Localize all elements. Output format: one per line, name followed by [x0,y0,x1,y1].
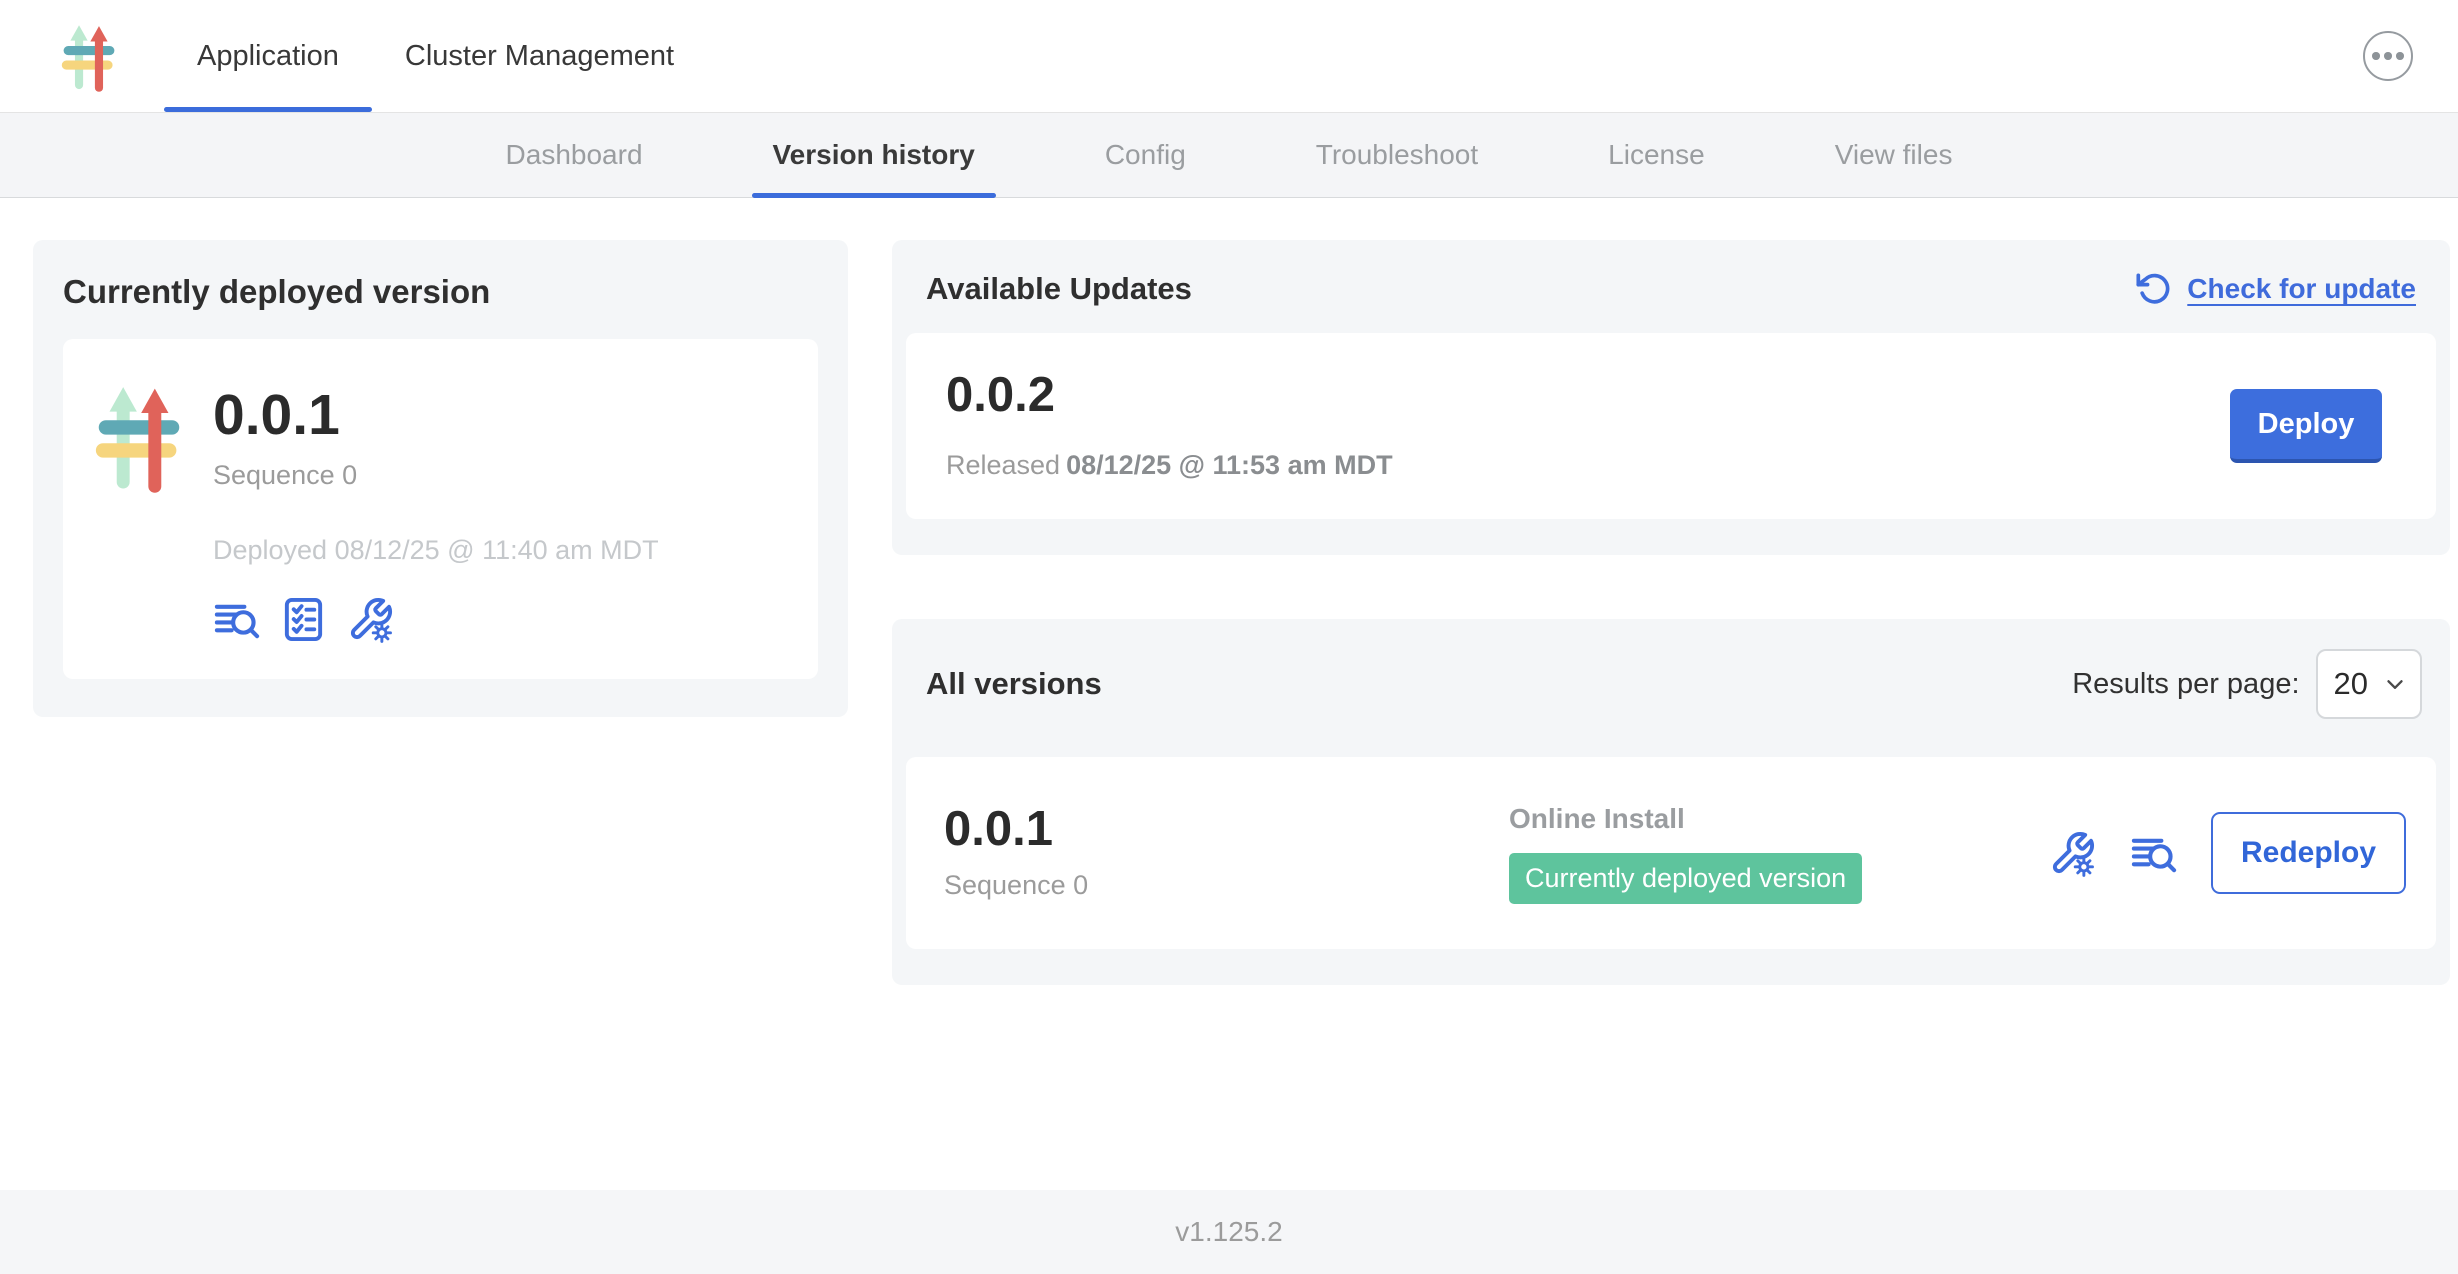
refresh-icon [2136,270,2173,307]
version-sequence: Sequence 0 [944,870,1509,901]
diff-icon[interactable] [213,596,260,643]
deploy-button[interactable]: Deploy [2230,389,2382,463]
deployed-version-panel: 0.0.1 Sequence 0 Deployed 08/12/25 @ 11:… [63,339,818,679]
check-for-update-label: Check for update [2187,273,2416,305]
currently-deployed-title: Currently deployed version [63,273,818,311]
deployed-version-actions [213,596,659,643]
subtab-license[interactable]: License [1587,113,1726,197]
available-updates-title: Available Updates [926,271,1192,307]
results-per-page-label: Results per page: [2072,668,2299,701]
diff-icon[interactable] [2130,830,2177,877]
update-version-number: 0.0.2 [946,371,1393,420]
subtab-config[interactable]: Config [1084,113,1207,197]
deployed-version-info: 0.0.1 Sequence 0 Deployed 08/12/25 @ 11:… [213,375,659,643]
tab-cluster-management[interactable]: Cluster Management [372,0,707,112]
config-icon[interactable] [347,596,394,643]
subtab-dashboard[interactable]: Dashboard [485,113,664,197]
available-updates-card: Available Updates Check for update 0.0.2 [892,240,2450,555]
app-footer: v1.125.2 [0,1190,2458,1274]
app-subnav: Dashboard Version history Config Trouble… [0,113,2458,198]
subtab-view-files[interactable]: View files [1814,113,1974,197]
redeploy-button[interactable]: Redeploy [2211,812,2406,894]
console-version: v1.125.2 [1175,1216,1282,1248]
all-versions-card: All versions Results per page: 20 [892,619,2450,985]
deployed-version-sequence: Sequence 0 [213,460,659,491]
update-info: 0.0.2 Released08/12/25 @ 11:53 am MDT [946,371,1393,481]
available-update-row: 0.0.2 Released08/12/25 @ 11:53 am MDT De… [906,333,2436,519]
config-icon[interactable] [2049,830,2096,877]
app-logo-icon [60,18,118,94]
chevron-down-icon [2382,671,2408,697]
results-per-page-value: 20 [2334,666,2368,702]
version-number: 0.0.1 [944,805,1509,854]
results-per-page-select[interactable]: 20 [2316,649,2422,719]
version-row-actions: Redeploy [2049,812,2406,894]
install-type-label: Online Install [1509,803,1862,835]
subtab-version-history[interactable]: Version history [752,113,996,197]
currently-deployed-card: Currently deployed version 0.0.1 Sequenc… [33,240,848,717]
deployed-version-number: 0.0.1 [213,387,659,444]
deployed-timestamp: Deployed 08/12/25 @ 11:40 am MDT [213,535,659,566]
currently-deployed-badge: Currently deployed version [1509,853,1862,904]
overflow-menu-icon [2372,52,2380,60]
overflow-menu-button[interactable] [2363,31,2413,81]
released-timestamp: Released08/12/25 @ 11:53 am MDT [946,450,1393,481]
overflow-menu-icon [2384,52,2392,60]
released-label: Released [946,450,1060,480]
top-navbar: Application Cluster Management [0,0,2458,113]
right-column: Available Updates Check for update 0.0.2 [892,240,2450,985]
check-for-update-link[interactable]: Check for update [2136,270,2416,307]
top-tabs: Application Cluster Management [164,0,707,112]
version-row-status: Online Install Currently deployed versio… [1509,803,1862,904]
version-row: 0.0.1 Sequence 0 Online Install Currentl… [906,757,2436,949]
released-date: 08/12/25 @ 11:53 am MDT [1066,450,1393,480]
all-versions-title: All versions [926,666,1102,702]
version-row-info: 0.0.1 Sequence 0 [944,805,1509,901]
tab-cluster-management-label: Cluster Management [405,40,674,73]
tab-application-label: Application [197,40,339,73]
tab-application[interactable]: Application [164,0,372,112]
results-per-page: Results per page: 20 [2072,649,2422,719]
version-history-page: Currently deployed version 0.0.1 Sequenc… [0,198,2458,1190]
preflight-checks-icon[interactable] [280,596,327,643]
subtab-troubleshoot[interactable]: Troubleshoot [1295,113,1499,197]
app-logo-icon [93,379,185,493]
overflow-menu-icon [2396,52,2404,60]
